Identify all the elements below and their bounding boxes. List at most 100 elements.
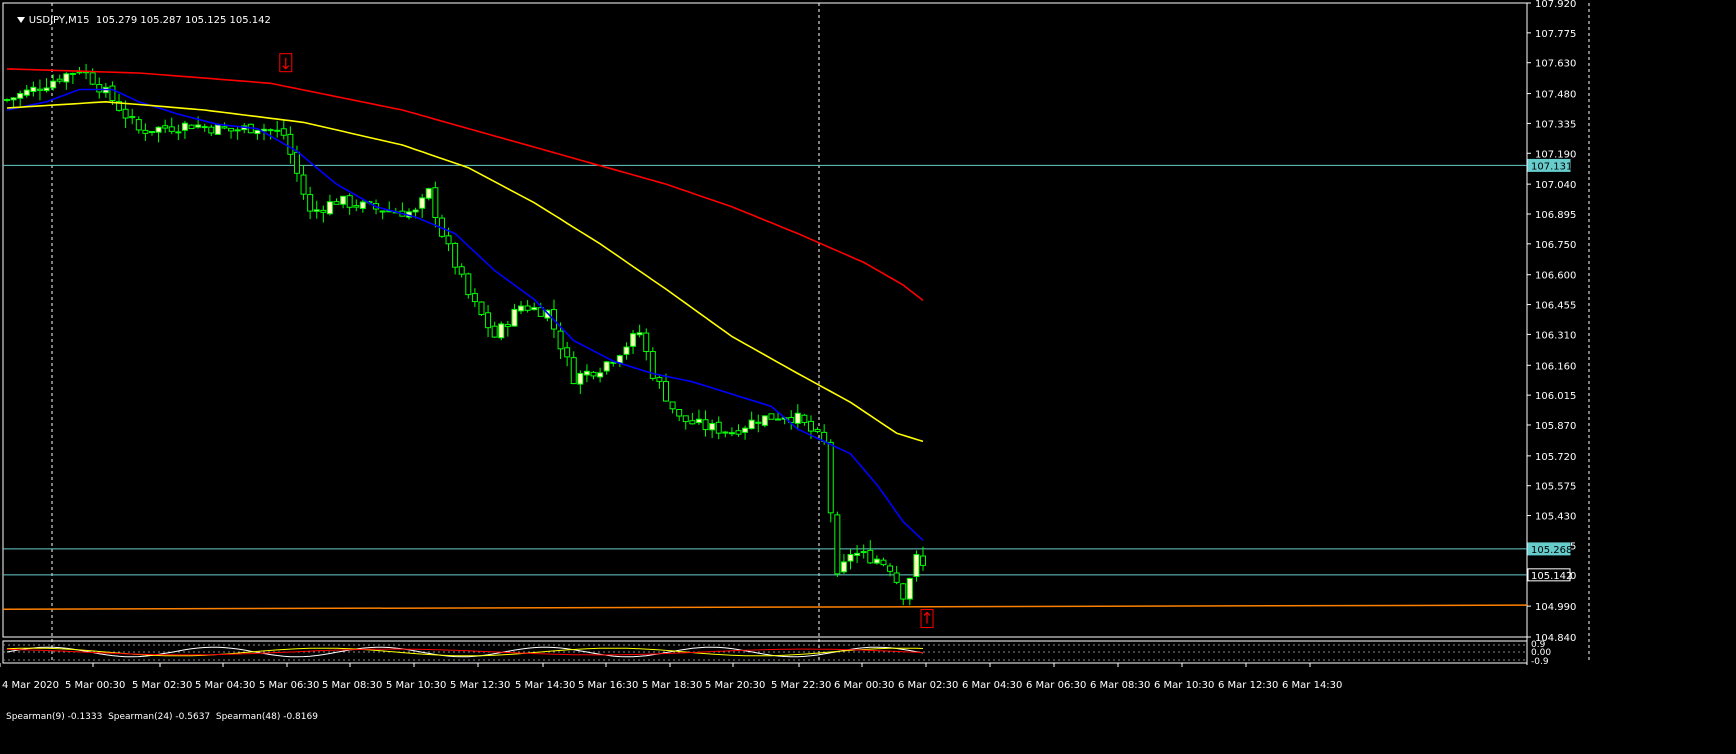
y-tick-label: 106.015 (1535, 391, 1576, 402)
candle-body (491, 325, 498, 338)
candle-body (76, 71, 83, 74)
y-tick-label: 105.720 (1535, 452, 1576, 463)
y-tick-label: 105.430 (1535, 512, 1576, 523)
y-tick-label: 106.455 (1535, 301, 1576, 312)
x-tick-label: 6 Mar 12:30 (1218, 680, 1278, 691)
indicator-level-label: -0.9 (1531, 657, 1549, 667)
candle-body (148, 130, 155, 133)
candle-body (340, 195, 347, 205)
candle-body (17, 92, 24, 99)
candle-body (201, 126, 208, 129)
y-tick-label: 106.895 (1535, 210, 1576, 221)
candle-body (274, 129, 281, 132)
price-tag-label: 105.142 (1531, 571, 1572, 582)
candle-body (873, 558, 880, 564)
candle-body (379, 210, 386, 213)
x-tick-label: 5 Mar 10:30 (386, 680, 446, 691)
x-tick-label: 5 Mar 20:30 (705, 680, 765, 691)
candle-body (471, 293, 478, 303)
candle-body (755, 421, 762, 424)
candle-body (695, 418, 702, 424)
candle-body (452, 242, 459, 268)
y-tick-label: 107.775 (1535, 29, 1576, 40)
candle-body (920, 555, 927, 566)
y-tick-label: 105.870 (1535, 421, 1576, 432)
candle-body (814, 428, 821, 433)
candle-body (498, 323, 505, 339)
candle-body (702, 419, 709, 430)
x-tick-label: 5 Mar 18:30 (642, 680, 702, 691)
x-tick-label: 6 Mar 06:30 (1026, 680, 1086, 691)
candle-body (663, 381, 669, 402)
candle-body (597, 372, 604, 378)
candle-body (208, 126, 215, 134)
candle-body (761, 415, 768, 426)
candle-body (867, 549, 874, 564)
candle-body (50, 80, 57, 89)
candle-body (847, 554, 854, 562)
candle-body (669, 401, 676, 410)
candle-body (63, 73, 70, 83)
x-tick-label: 6 Mar 00:30 (834, 680, 894, 691)
candle-body (320, 209, 327, 213)
candle-body (188, 124, 195, 130)
candle-body (887, 565, 894, 572)
candle-body (854, 552, 861, 556)
candle-body (834, 514, 841, 575)
y-tick-label: 106.600 (1535, 271, 1576, 282)
candle-body (794, 412, 801, 424)
candle-body (267, 129, 274, 132)
candle-body (531, 307, 538, 311)
price-tag-label: 105.268 (1531, 545, 1572, 556)
candle-body (300, 174, 307, 195)
candle-body (504, 324, 511, 328)
sell-arrow-icon (279, 53, 293, 73)
candle-body (636, 332, 643, 336)
x-tick-label: 6 Mar 10:30 (1154, 680, 1214, 691)
candle-body (583, 370, 590, 376)
x-tick-label: 5 Mar 22:30 (771, 680, 831, 691)
candle-body (168, 126, 175, 132)
candle-body (175, 131, 182, 134)
candle-body (23, 89, 30, 96)
candle-body (478, 301, 485, 316)
x-tick-label: 6 Mar 04:30 (962, 680, 1022, 691)
price-tag: 107.131 (1527, 158, 1572, 172)
candle-body (109, 85, 116, 102)
y-tick-label: 107.920 (1535, 0, 1576, 10)
y-tick-label: 107.335 (1535, 119, 1576, 130)
candle-body (234, 129, 241, 132)
indicator-header: Spearman(9) -0.1333 Spearman(24) -0.5637… (6, 712, 318, 722)
candle-body (900, 583, 907, 600)
candle-body (742, 427, 749, 433)
candles (4, 63, 927, 606)
candle-body (775, 418, 782, 421)
candle-body (748, 419, 755, 430)
candle-body (728, 432, 735, 435)
candle-body (570, 357, 577, 385)
candle-body (880, 559, 887, 566)
candle-body (96, 84, 103, 93)
candle-body (682, 415, 689, 423)
candle-body (425, 188, 432, 199)
candle-body (906, 577, 913, 600)
y-tick-label: 106.750 (1535, 240, 1576, 251)
sell-arrow-glyph (282, 57, 290, 70)
x-tick-label: 5 Mar 00:30 (65, 680, 125, 691)
candle-body (860, 551, 867, 554)
x-tick-label: 5 Mar 06:30 (259, 680, 319, 691)
main-pane-frame (2, 2, 1528, 638)
y-tick-label: 107.040 (1535, 180, 1576, 191)
y-tick-label: 106.160 (1535, 361, 1576, 372)
x-tick-label: 6 Mar 02:30 (898, 680, 958, 691)
candle-body (69, 72, 76, 75)
moving-average-line (6, 100, 924, 443)
candle-body (333, 201, 340, 205)
candle-body (564, 347, 571, 358)
price-tag: 105.268 (1527, 542, 1572, 556)
price-chart[interactable]: USDJPY,M15 105.279 105.287 105.125 105.1… (0, 0, 1736, 754)
chart-svg[interactable]: 107.920 107.775 107.630 107.480 107.335 107.1… (0, 0, 1736, 754)
candle-body (155, 126, 162, 133)
candle-body (557, 330, 564, 350)
moving-average-line (6, 88, 924, 541)
